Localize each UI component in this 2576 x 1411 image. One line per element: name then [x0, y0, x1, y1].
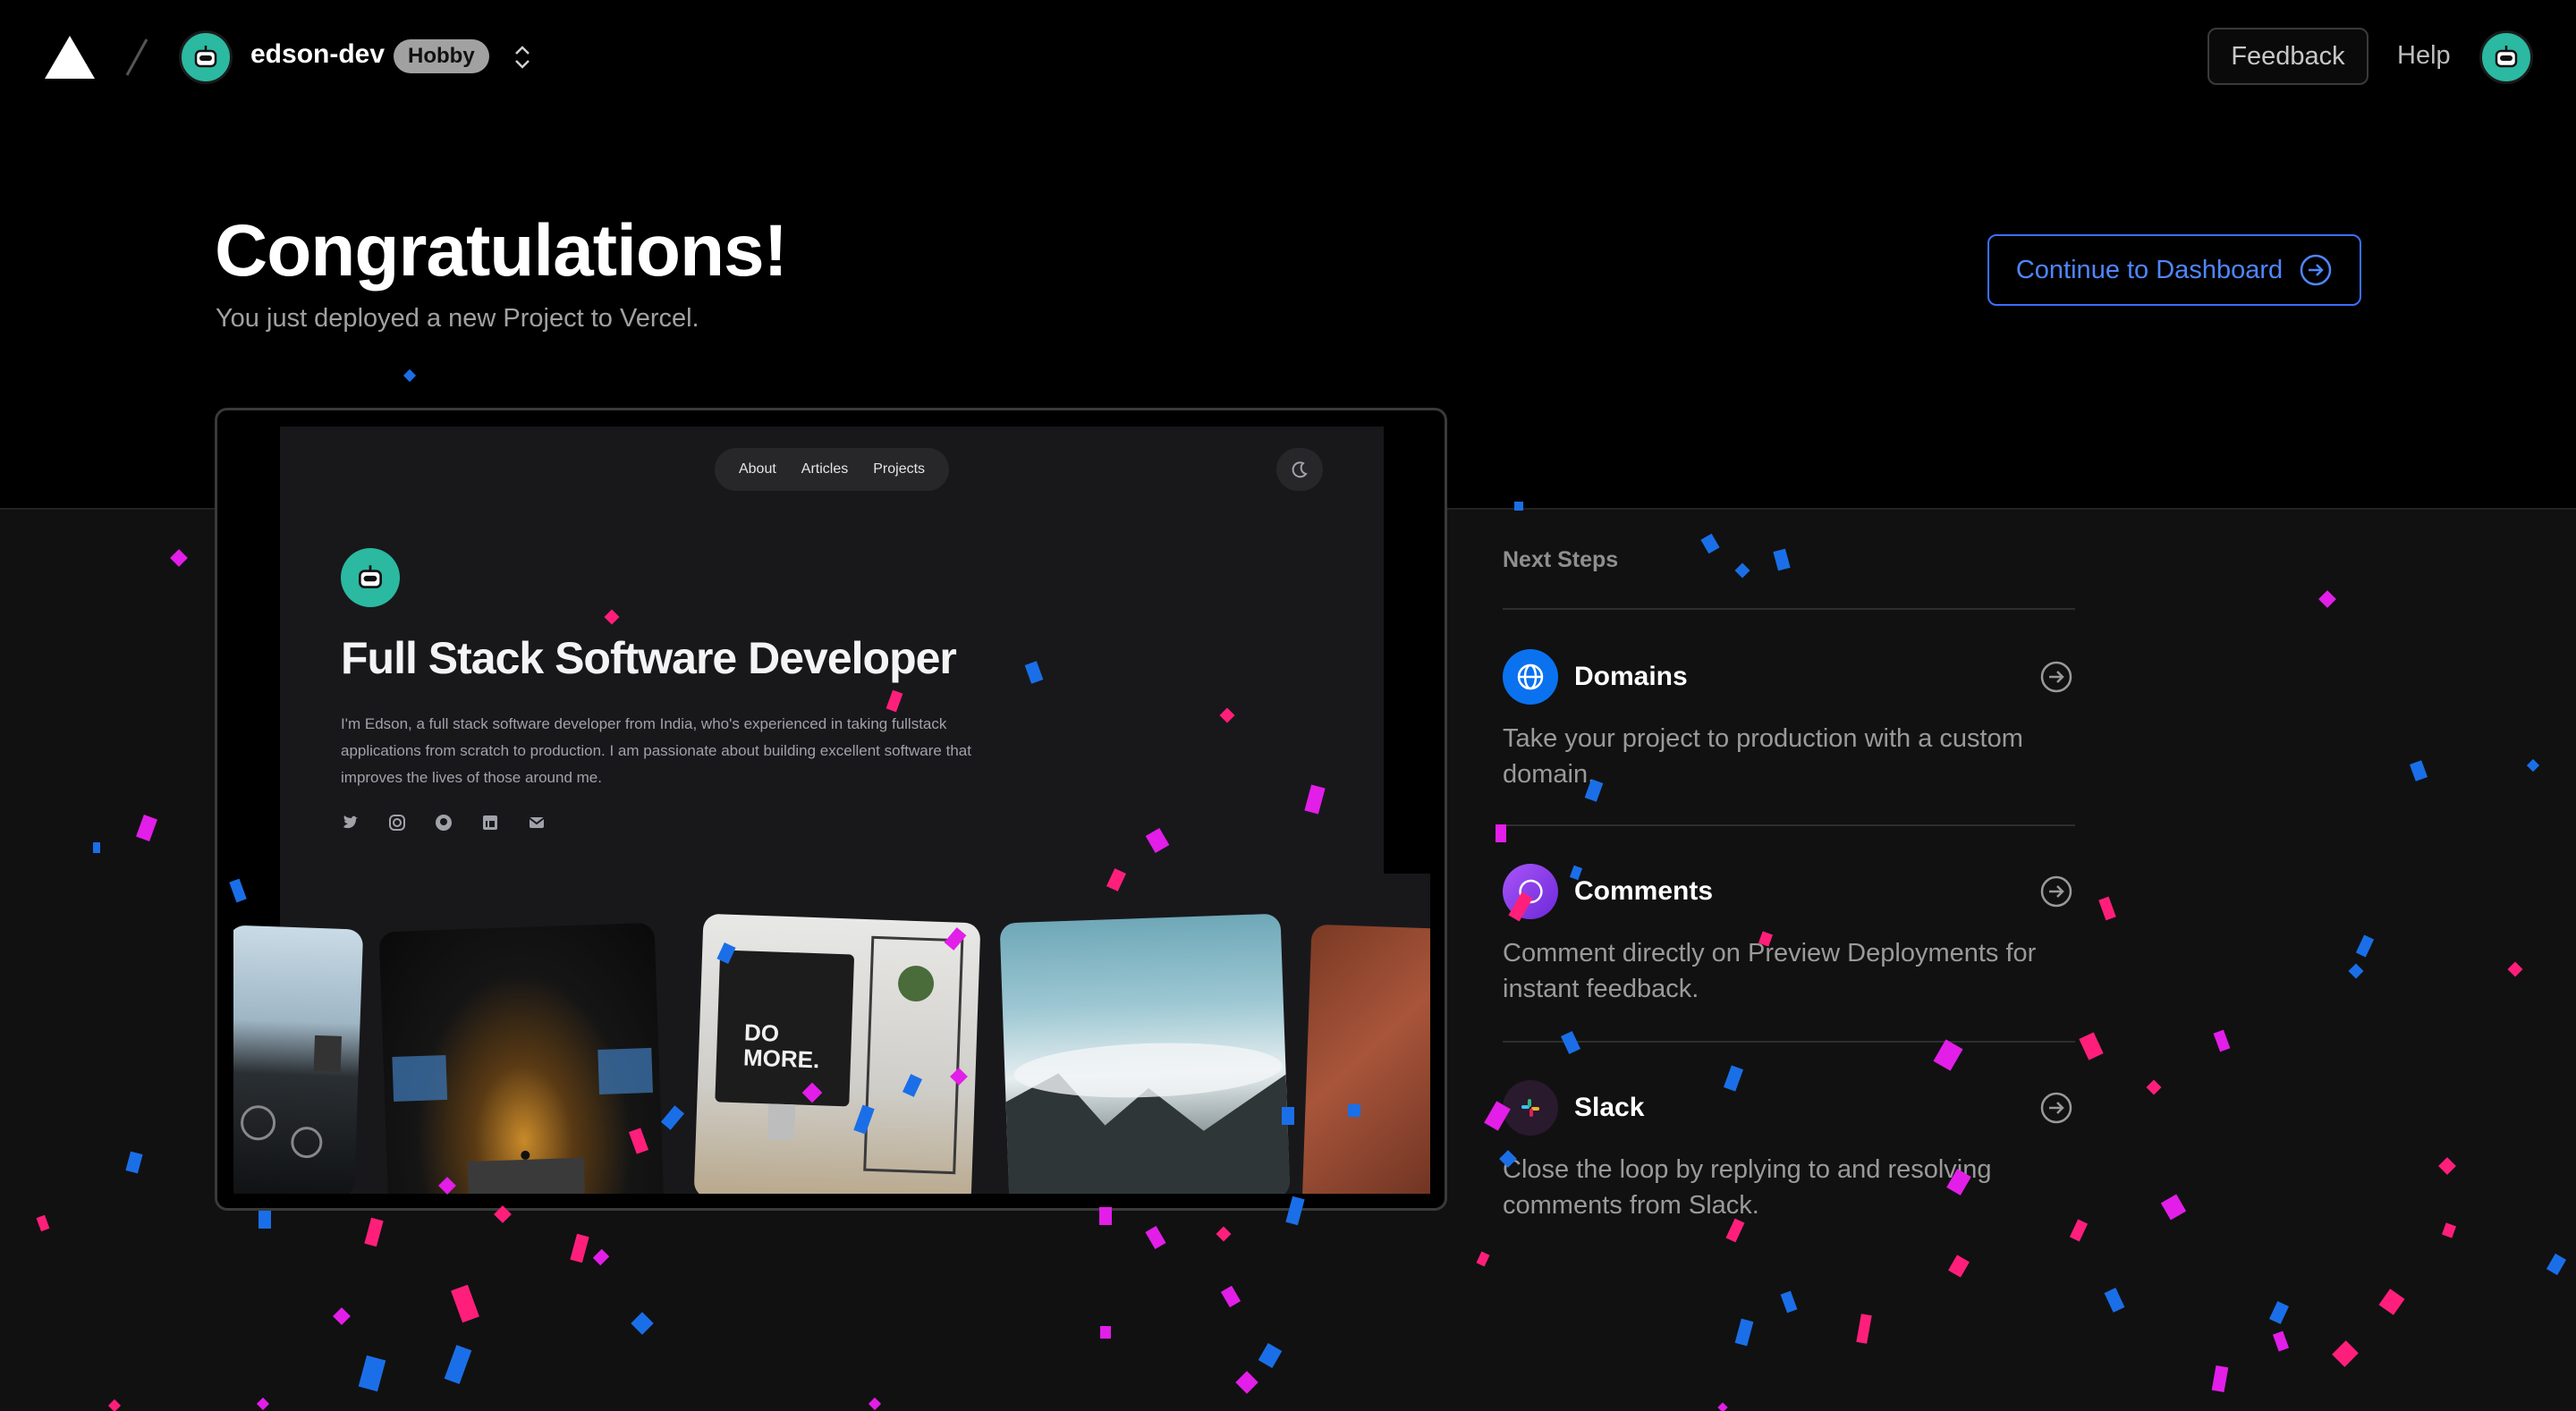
plan-badge: Hobby [394, 39, 489, 73]
arrow-right-circle-icon [2300, 254, 2332, 286]
robot-icon [194, 46, 217, 68]
next-step-name: Slack [1574, 1093, 1645, 1122]
photo-canyon [1301, 924, 1430, 1194]
team-avatar[interactable] [179, 30, 233, 84]
next-steps-divider [1503, 824, 2075, 826]
deployment-preview[interactable]: About Articles Projects Full Stack Softw… [215, 408, 1447, 1211]
arrow-right-circle-icon[interactable] [2039, 660, 2073, 694]
svg-text:MORE.: MORE. [743, 1043, 820, 1073]
instagram-icon [387, 813, 407, 832]
theme-toggle-icon [1276, 448, 1323, 491]
continue-label: Continue to Dashboard [2015, 255, 2284, 284]
next-step-description: Comment directly on Preview Deployments … [1503, 939, 2037, 1003]
help-link[interactable]: Help [2397, 41, 2451, 71]
preview-heading: Full Stack Software Developer [341, 633, 957, 683]
top-bar: edson-dev Hobby Feedback Help [0, 0, 2576, 114]
arrow-right-circle-icon[interactable] [2039, 874, 2073, 908]
next-step-name: Comments [1574, 876, 1714, 906]
next-step-description: Close the loop by replying to and resolv… [1503, 1155, 1992, 1220]
linkedin-icon [480, 813, 500, 832]
team-switcher-icon[interactable] [512, 41, 533, 73]
vercel-logo-icon[interactable] [43, 34, 97, 80]
preview-nav-articles: Articles [801, 461, 849, 477]
next-step-description: Take your project to production with a c… [1503, 724, 2023, 789]
svg-text:DO: DO [744, 1018, 780, 1046]
continue-to-dashboard-button[interactable]: Continue to Dashboard [1987, 234, 2361, 306]
next-steps-divider [1503, 608, 2075, 610]
photo-desk-setup: DO MORE. [693, 913, 981, 1194]
next-steps-title: Next Steps [1503, 547, 1619, 572]
page-title: Congratulations! [215, 210, 788, 291]
arrow-right-circle-icon[interactable] [2039, 1091, 2073, 1125]
globe-icon [1503, 649, 1558, 705]
github-icon [434, 813, 453, 832]
slack-icon [1503, 1080, 1558, 1136]
photo-conference [378, 922, 665, 1194]
preview-avatar [341, 548, 400, 607]
preview-description: I'm Edson, a full stack software develop… [341, 715, 971, 786]
comment-icon [1503, 864, 1558, 919]
preview-screenshot: About Articles Projects Full Stack Softw… [233, 427, 1430, 1194]
photo-cockpit [233, 925, 364, 1194]
robot-icon [359, 565, 382, 588]
page-subtitle: You just deployed a new Project to Verce… [216, 304, 699, 333]
feedback-button[interactable]: Feedback [2207, 28, 2368, 85]
photo-mountains [999, 913, 1291, 1194]
twitter-icon [341, 813, 360, 832]
next-step-name: Domains [1574, 662, 1688, 691]
preview-nav: About Articles Projects [715, 448, 949, 491]
next-steps-divider [1503, 1041, 2075, 1043]
breadcrumb-separator-icon [125, 38, 148, 76]
robot-icon [2495, 46, 2518, 68]
confetti-piece [402, 368, 417, 383]
preview-nav-about: About [738, 461, 776, 477]
user-avatar[interactable] [2479, 30, 2533, 84]
preview-photo-strip: DO MORE. [233, 909, 1430, 1194]
team-name[interactable]: edson-dev [250, 39, 385, 70]
mail-icon [527, 813, 547, 832]
preview-nav-projects: Projects [873, 461, 926, 477]
preview-socials [341, 813, 547, 832]
